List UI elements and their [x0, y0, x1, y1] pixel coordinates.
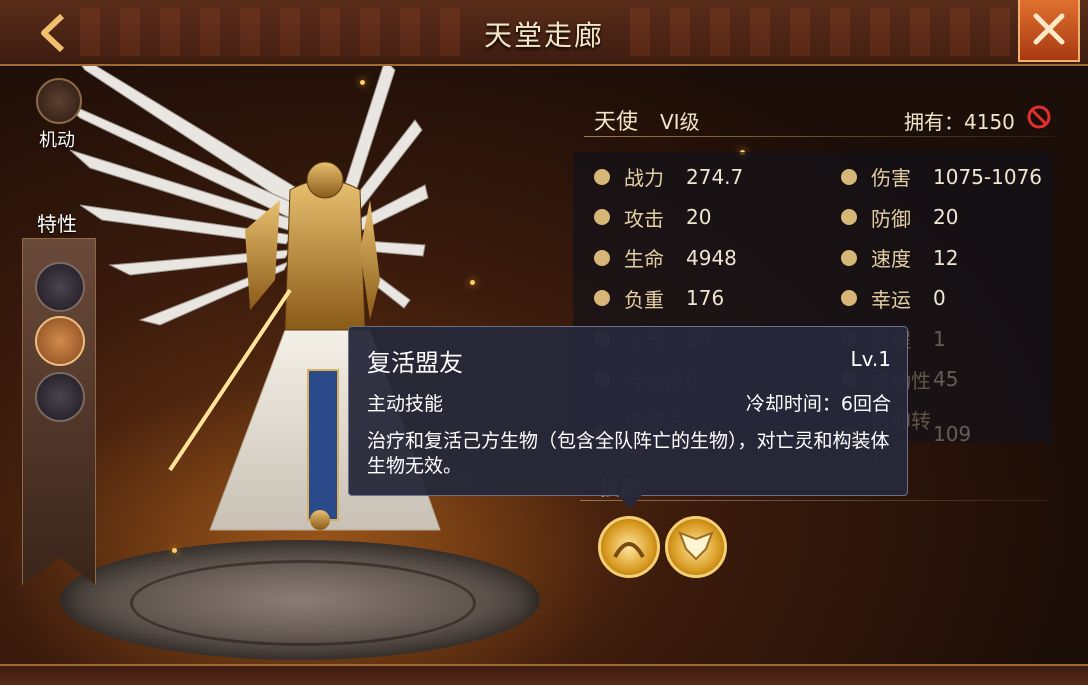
ember-sparkle — [172, 548, 177, 553]
stat-value: 1075-1076 — [933, 164, 1043, 189]
resurrect-skill-icon — [613, 542, 645, 558]
stat-label: 负重 — [624, 287, 664, 312]
stat-value: 109 — [933, 422, 972, 446]
stat-row: 攻击 20 — [590, 203, 711, 232]
skill-tooltip: 复活盟友 Lv.1 主动技能 冷却时间：6回合 治疗和复活己方生物（包含全队阵亡… — [348, 326, 908, 496]
stat-value: 12 — [933, 245, 959, 270]
tooltip-description: 治疗和复活己方生物（包含全队阵亡的生物），对亡灵和构装体生物无效。 — [367, 430, 890, 477]
stat-value: 20 — [933, 205, 959, 229]
stat-value: 20 — [686, 205, 712, 229]
stat-label: 战力 — [624, 166, 664, 190]
divider — [584, 136, 1054, 137]
boot-icon — [841, 249, 857, 266]
tooltip-skill-name: 复活盟友 — [367, 349, 463, 377]
mobility-label: 机动 — [39, 130, 75, 151]
stat-row: 负重 176 — [590, 284, 724, 313]
page-title: 天堂走廊 — [483, 19, 604, 52]
unit-level: VI级 — [660, 110, 700, 134]
stat-label: 伤害 — [871, 166, 911, 190]
tooltip-pointer — [618, 495, 642, 509]
trait-winged-boot-icon[interactable] — [35, 316, 85, 366]
stat-label: 幸运 — [871, 287, 911, 312]
skill-wings-button[interactable] — [665, 516, 727, 578]
ember-sparkle — [360, 80, 365, 85]
stat-row: 生命 4948 — [590, 243, 737, 272]
stat-value: 4948 — [686, 245, 737, 270]
sword-icon — [594, 209, 610, 225]
crossed-swords-icon — [594, 168, 610, 185]
unit-name: 天使 — [594, 110, 639, 135]
close-icon — [1033, 13, 1065, 45]
stat-row: 防御 20 — [837, 203, 958, 232]
stat-value: 45 — [933, 367, 959, 391]
stat-value: 274.7 — [686, 164, 744, 189]
tooltip-skill-type: 主动技能 — [367, 393, 444, 415]
shield-icon — [841, 209, 857, 225]
mobility-helmet-icon — [36, 78, 82, 124]
bottom-border — [0, 664, 1088, 685]
broken-heart-icon — [841, 168, 857, 185]
trait-kneeling-figure-icon[interactable] — [35, 262, 85, 312]
skill-resurrect-button[interactable] — [598, 516, 660, 578]
cart-icon — [594, 290, 610, 306]
ember-sparkle — [470, 280, 475, 285]
owned-count: 拥有：4150 — [904, 110, 1015, 134]
stat-label: 生命 — [624, 247, 664, 271]
stat-value: 0 — [933, 286, 946, 310]
heart-icon — [594, 249, 610, 266]
trait-hooded-figure-icon[interactable] — [35, 372, 85, 422]
stat-label: 速度 — [871, 247, 911, 271]
divider — [580, 500, 1050, 501]
stat-row: 伤害 1075-1076 — [837, 162, 1042, 191]
tooltip-cooldown: 冷却时间：6回合 — [745, 393, 891, 415]
back-arrow-icon — [41, 13, 65, 53]
wings-skill-icon — [678, 531, 714, 561]
close-button[interactable] — [1018, 0, 1080, 62]
stat-row: 速度 12 — [837, 243, 958, 272]
stat-value: 1 — [933, 326, 946, 351]
stat-value: 176 — [686, 286, 725, 310]
tooltip-skill-level: Lv.1 — [850, 347, 891, 371]
stat-row: 幸运 0 — [837, 284, 946, 313]
back-button[interactable] — [30, 10, 80, 56]
stat-label: 攻击 — [624, 206, 664, 231]
game-screen: 天堂走廊 机动 特性 天使 VI级 拥有：4150 战力 274.7 攻击 20 生命 4… — [0, 0, 1088, 685]
stat-row: 战力 274.7 — [590, 162, 743, 191]
traits-title: 特性 — [37, 212, 77, 236]
clover-icon — [841, 290, 857, 306]
ban-icon[interactable] — [1027, 105, 1051, 129]
stat-label: 防御 — [871, 206, 911, 231]
top-header-bar: 天堂走廊 — [0, 0, 1088, 66]
angel-unit-model — [59, 49, 441, 531]
